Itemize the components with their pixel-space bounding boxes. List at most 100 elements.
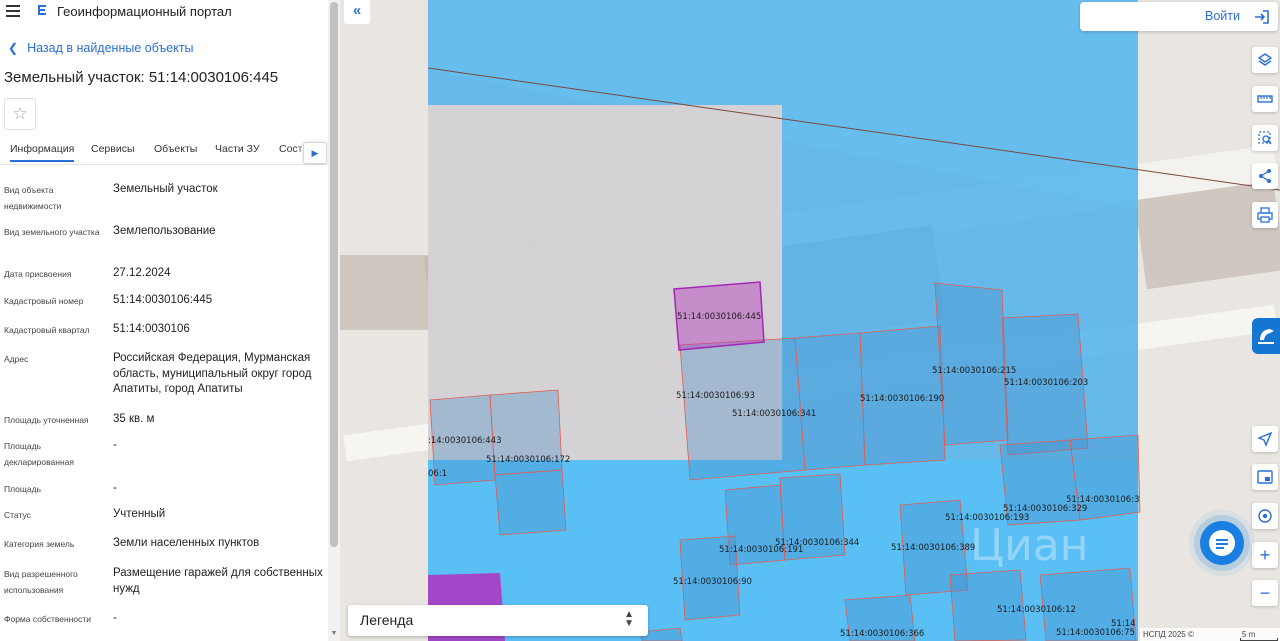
parcel-label: 51:14:0030106:389 (891, 543, 975, 553)
select-area-icon (1258, 131, 1272, 145)
property-value: 51:14:0030106 (113, 323, 190, 335)
map-attribution: НСПД 2025 © 5 m (1140, 628, 1280, 641)
property-value: - (113, 612, 117, 624)
parcel-label: 51:14:0030106:341 (732, 409, 816, 419)
property-label: Адрес (4, 354, 29, 364)
parcel-label: 51:14:0030106:366 (840, 629, 924, 639)
parcel-label: 51:14:0030106:193 (945, 513, 1029, 523)
minimap-icon (1257, 470, 1273, 484)
select-area-button[interactable] (1252, 125, 1278, 151)
share-icon (1259, 169, 1271, 183)
back-to-results-link[interactable]: ❮ Назад в найденные объекты (8, 41, 194, 55)
parcel-label: 51:14:0030106:191 (719, 545, 803, 555)
property-value: Землепользование (113, 225, 216, 237)
chevron-right-icon: ▶ (311, 148, 319, 158)
chat-button[interactable] (1200, 521, 1244, 565)
cadastral-parcel[interactable] (934, 282, 1009, 446)
parcel-label: 51:14:0030106:75 (1056, 628, 1135, 638)
property-value: - (113, 439, 117, 451)
property-label: Площадь уточненная (4, 415, 89, 425)
tabs-scroll-right-button[interactable]: ▶ (303, 142, 327, 164)
print-button[interactable] (1252, 202, 1278, 228)
map-view[interactable]: Циан 51:14:0030106:445 51:14:0030106:93 … (340, 0, 1280, 641)
object-info-panel: Геоинформационный портал ❮ Назад в найден… (0, 0, 328, 641)
zoom-in-button[interactable]: + (1252, 542, 1278, 568)
parcel-label: 51:14:0030106:12 (997, 605, 1076, 615)
app-title: Геоинформационный портал (57, 4, 232, 19)
scrollbar-thumb[interactable] (330, 2, 338, 547)
minimap-button[interactable] (1252, 464, 1278, 490)
property-label: Площадь (4, 484, 42, 494)
parcel-label: 51:14:0030106:90 (673, 577, 752, 587)
parcel-label: 51:14:0030106:93 (676, 391, 755, 401)
minus-icon: − (1259, 583, 1271, 603)
login-icon (1255, 10, 1269, 24)
geo-search-icon (1258, 509, 1272, 523)
portal-emblem-icon (1258, 329, 1274, 344)
measure-button[interactable] (1252, 86, 1278, 112)
parcel-label: 51:14:0030106:203 (1004, 378, 1088, 388)
cadastral-parcel[interactable] (794, 332, 866, 471)
favorite-button[interactable]: ☆ (4, 98, 36, 130)
property-label: Статус (4, 510, 31, 520)
parcel-label: :14:0030106:443 (428, 436, 502, 446)
property-label: Площадь декларированная (4, 441, 74, 467)
parcel-label: 51:14:0030106:215 (932, 366, 1016, 376)
scroll-down-arrow[interactable]: ▼ (328, 630, 340, 637)
property-value: Российская Федерация, Мурманская область… (113, 352, 312, 395)
star-icon: ☆ (12, 104, 28, 123)
property-value: Земли населенных пунктов (113, 537, 260, 549)
chevron-updown-icon: ▲ ▼ (624, 609, 634, 629)
property-value: Размещение гаражей для собственных нужд (113, 567, 323, 595)
tab-information[interactable]: Информация (10, 143, 75, 162)
chevron-left-icon: ❮ (8, 41, 19, 55)
attribution-text: НСПД 2025 © (1143, 630, 1194, 639)
tab-objects[interactable]: Объекты (154, 143, 197, 155)
legend-label: Легенда (360, 612, 414, 628)
portal-logo-icon (38, 5, 46, 15)
watermark: Циан (970, 520, 1089, 571)
side-logo-button[interactable] (1252, 318, 1280, 354)
plus-icon: + (1259, 545, 1271, 565)
property-value: - (113, 482, 117, 494)
locate-icon (1257, 431, 1273, 447)
property-value: 27.12.2024 (113, 267, 171, 279)
property-label: Категория земель (4, 539, 75, 549)
parcel-label: 06:1 (428, 469, 447, 479)
tab-bar: Информация Сервисы Объекты Части ЗУ Сост… (0, 140, 328, 165)
collapse-panel-button[interactable]: « (344, 0, 370, 24)
back-link-label: Назад в найденные объекты (27, 41, 194, 55)
chat-icon (1209, 530, 1235, 556)
property-label: Форма собственности (4, 614, 91, 624)
tab-parts[interactable]: Части ЗУ (215, 143, 260, 155)
share-button[interactable] (1252, 163, 1278, 189)
property-value: Земельный участок (113, 183, 218, 195)
page-title: Земельный участок: 51:14:0030106:445 (4, 69, 279, 86)
property-label: Вид земельного участка (4, 227, 100, 237)
login-label: Войти (1205, 9, 1240, 23)
parcel-label: 51:14 (1111, 619, 1136, 629)
layers-button[interactable] (1252, 47, 1278, 73)
property-label: Вид разрешенного использования (4, 569, 78, 595)
property-label: Кадастровый номер (4, 296, 84, 306)
property-value: 51:14:0030106:445 (113, 294, 213, 306)
menu-icon[interactable] (6, 5, 20, 17)
panel-scrollbar[interactable]: ▲ ▼ (328, 0, 340, 641)
legend-selector[interactable]: Легенда ▲ ▼ (348, 605, 648, 636)
zoom-out-button[interactable]: − (1252, 580, 1278, 606)
property-value: 35 кв. м (113, 413, 155, 425)
locate-button[interactable] (1252, 426, 1278, 452)
geo-search-button[interactable] (1252, 503, 1278, 529)
map-canvas[interactable]: Циан 51:14:0030106:445 51:14:0030106:93 … (340, 0, 1280, 641)
double-chevron-left-icon: « (352, 2, 362, 19)
tab-services[interactable]: Сервисы (91, 143, 135, 155)
property-label: Кадастровый квартал (4, 325, 90, 335)
login-button[interactable]: Войти (1080, 2, 1278, 31)
cadastral-parcel[interactable] (494, 469, 567, 536)
print-icon (1257, 207, 1273, 223)
property-value: Учтенный (113, 508, 166, 520)
parcel-label: 51:14:0030106:445 (677, 312, 761, 322)
layers-icon (1257, 53, 1273, 66)
ruler-icon (1257, 95, 1273, 103)
map-building (340, 255, 440, 330)
